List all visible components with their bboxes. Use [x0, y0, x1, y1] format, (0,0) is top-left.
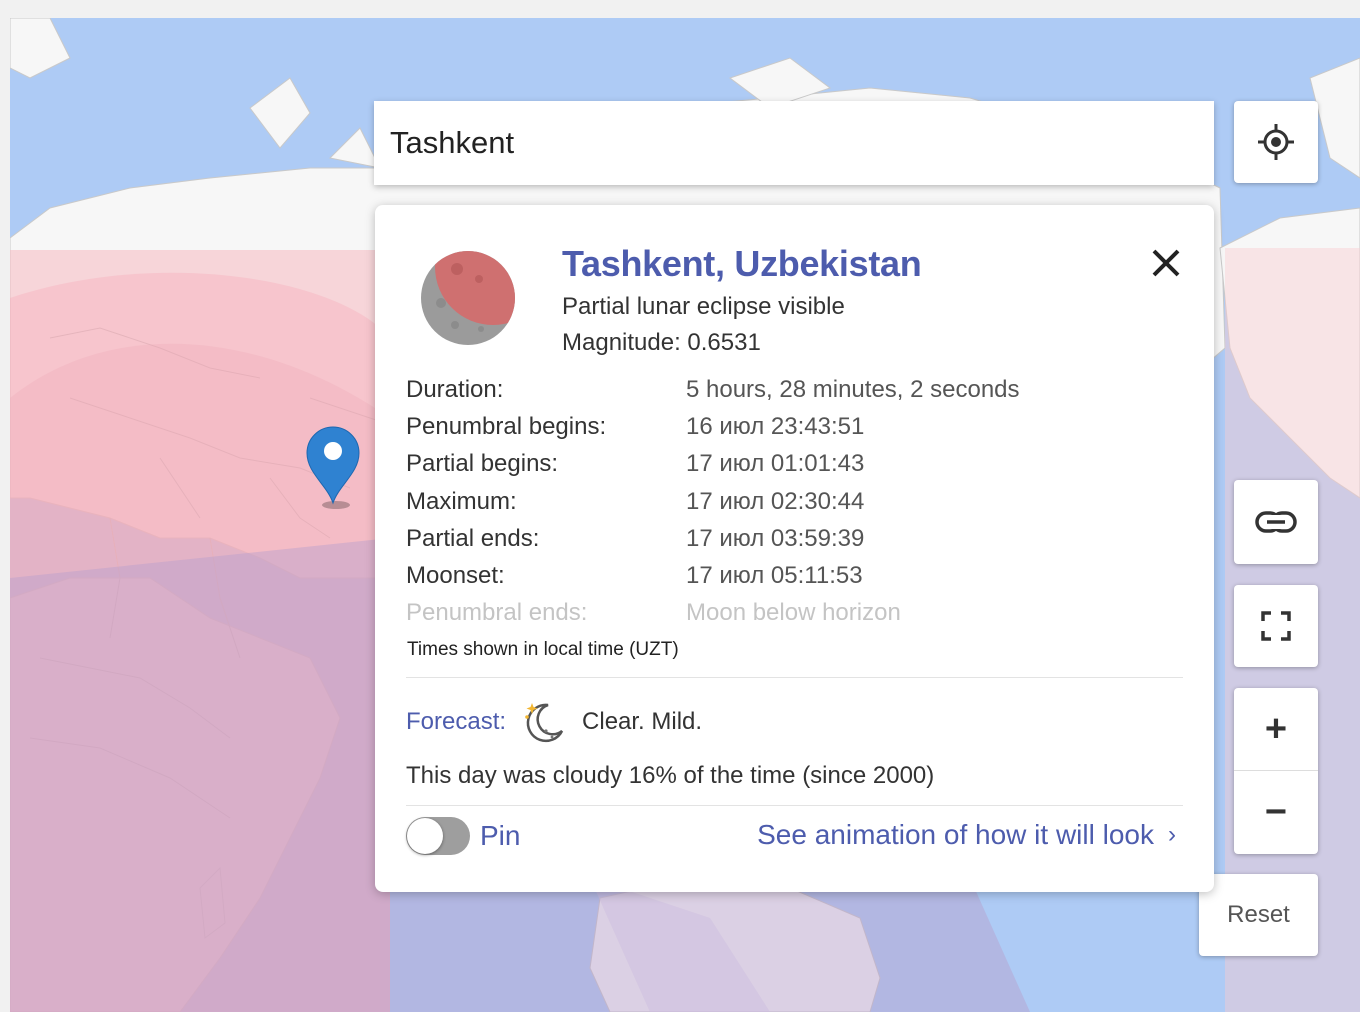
- row-label: Penumbral begins:: [406, 412, 607, 440]
- divider: [406, 677, 1183, 678]
- reset-button[interactable]: Reset: [1199, 874, 1318, 956]
- zoom-in-button[interactable]: +: [1234, 688, 1318, 771]
- row-value: 16 июл 23:43:51: [686, 412, 865, 440]
- zoom-control: + −: [1234, 688, 1318, 854]
- clear-night-moon-icon: [525, 703, 564, 743]
- magnitude-text: Magnitude: 0.6531: [562, 329, 761, 356]
- row-label: Partial begins:: [406, 450, 559, 478]
- row-label: Duration:: [406, 375, 504, 403]
- chevron-right-icon: ›: [1168, 821, 1176, 848]
- eclipse-type-text: Partial lunar eclipse visible: [562, 293, 845, 320]
- row-value: 17 июл 03:59:39: [686, 524, 865, 552]
- row-moonset: Moonset: 17 июл 05:11:53: [406, 557, 1186, 594]
- row-penumbral-ends: Penumbral ends: Moon below horizon: [406, 595, 1186, 632]
- pin-label[interactable]: Pin: [480, 820, 520, 852]
- row-value: Moon below horizon: [686, 599, 901, 627]
- close-icon[interactable]: [1146, 243, 1186, 283]
- animation-link-text: See animation of how it will look: [757, 819, 1154, 850]
- divider: [406, 805, 1183, 806]
- row-value: 17 июл 01:01:43: [686, 450, 865, 478]
- locate-crosshair-icon: [1258, 124, 1294, 160]
- row-duration: Duration: 5 hours, 28 minutes, 2 seconds: [406, 371, 1186, 408]
- locate-me-button[interactable]: [1234, 101, 1318, 183]
- row-penumbral-begins: Penumbral begins: 16 июл 23:43:51: [406, 408, 1186, 445]
- eclipse-times-table: Duration: 5 hours, 28 minutes, 2 seconds…: [406, 371, 1186, 632]
- link-icon: [1255, 511, 1297, 533]
- search-input[interactable]: [374, 101, 1214, 185]
- see-animation-link[interactable]: See animation of how it will look ›: [757, 819, 1176, 851]
- share-link-button[interactable]: [1234, 480, 1318, 564]
- location-info-popup: Tashkent, Uzbekistan Partial lunar eclip…: [375, 205, 1214, 892]
- zoom-out-button[interactable]: −: [1234, 771, 1318, 854]
- forecast-link[interactable]: Forecast:: [406, 708, 506, 736]
- location-title: Tashkent, Uzbekistan: [562, 243, 922, 284]
- fullscreen-button[interactable]: [1234, 585, 1318, 667]
- pin-toggle-switch[interactable]: [406, 817, 470, 855]
- pin-toggle-row: Pin: [406, 817, 520, 855]
- row-label: Moonset:: [406, 562, 505, 590]
- row-value: 17 июл 05:11:53: [686, 562, 863, 590]
- partial-eclipse-moon-icon: [421, 251, 515, 345]
- toggle-knob: [407, 818, 443, 854]
- row-partial-ends: Partial ends: 17 июл 03:59:39: [406, 520, 1186, 557]
- row-label: Penumbral ends:: [406, 599, 588, 627]
- forecast-row: Forecast: Clear. Mild.: [406, 699, 702, 745]
- forecast-text: Clear. Mild.: [582, 708, 703, 735]
- row-value: 5 hours, 28 minutes, 2 seconds: [686, 375, 1020, 403]
- fullscreen-icon: [1261, 611, 1291, 641]
- row-value: 17 июл 02:30:44: [686, 487, 865, 515]
- row-label: Maximum:: [406, 487, 517, 515]
- row-partial-begins: Partial begins: 17 июл 01:01:43: [406, 446, 1186, 483]
- location-search-box[interactable]: [374, 101, 1214, 185]
- row-maximum: Maximum: 17 июл 02:30:44: [406, 483, 1186, 520]
- cloudiness-history-text: This day was cloudy 16% of the time (sin…: [406, 762, 935, 789]
- row-label: Partial ends:: [406, 524, 540, 552]
- timezone-note: Times shown in local time (UZT): [407, 639, 679, 660]
